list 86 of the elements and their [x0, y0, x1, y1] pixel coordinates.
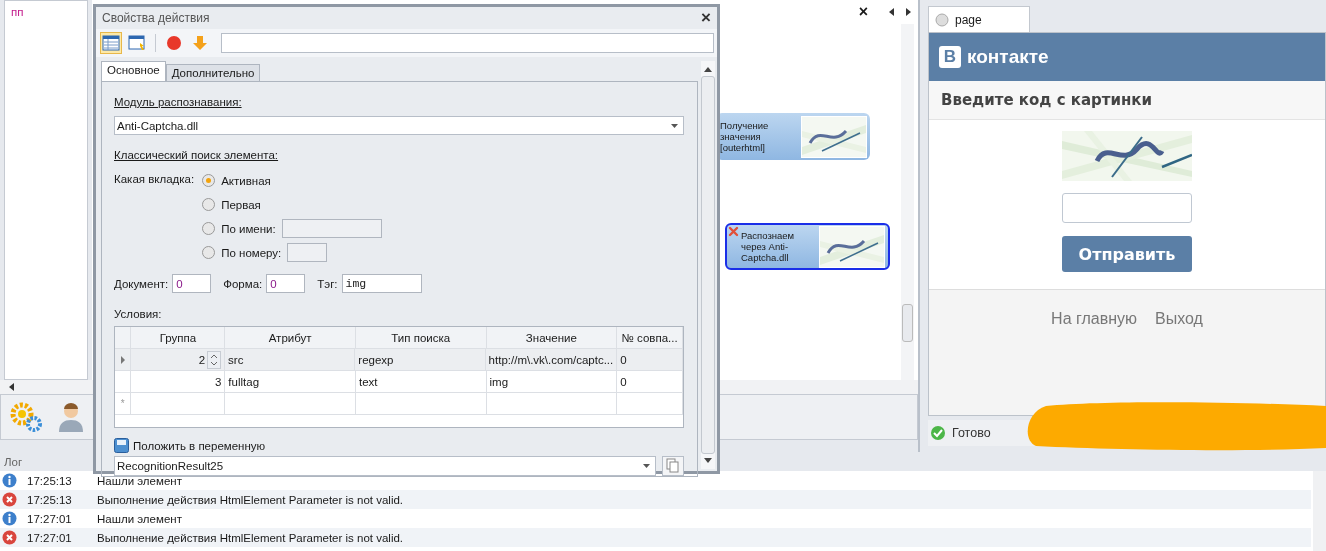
section-label: Условия:	[114, 308, 162, 320]
node-label: Распознаем через Anti-Captcha.dll	[741, 230, 796, 263]
table-cell: img	[489, 375, 509, 388]
save-label: Положить в переменную	[133, 439, 266, 452]
table-cell: src	[228, 353, 244, 366]
browser-tab[interactable]: page	[928, 6, 1030, 32]
text-field[interactable]: img	[341, 274, 422, 293]
table-cell: regexp	[358, 353, 394, 366]
log-time: 17:27:01	[27, 512, 73, 525]
radio-button[interactable]	[202, 174, 216, 187]
tab[interactable]: Основное	[101, 61, 166, 81]
column-header[interactable]: Тип поиска	[355, 327, 487, 348]
text-field[interactable]: 0	[266, 274, 306, 293]
logo-mark: В	[939, 46, 961, 68]
radio-button[interactable]	[202, 246, 216, 259]
error-icon	[2, 492, 17, 507]
code-field[interactable]	[1062, 193, 1192, 223]
table-cell: 3	[214, 375, 222, 388]
log-message: Нашли элемент	[97, 512, 182, 525]
field-label: Какая вкладка:	[114, 172, 195, 187]
scroll-up-icon[interactable]	[703, 65, 713, 73]
scroll-thumb[interactable]	[902, 304, 913, 342]
scroll-left-icon[interactable]	[8, 382, 16, 392]
footer-link[interactable]: На главную	[1051, 310, 1138, 328]
action-node[interactable]: Распознаем через Anti-Captcha.dll	[725, 223, 890, 270]
dropdown-icon	[643, 464, 650, 468]
table-cell: http://m\.vk\.com/captc...	[488, 353, 614, 366]
new-row-mark: *	[120, 398, 125, 409]
log-time: 17:27:01	[27, 531, 73, 544]
radio-label: По номеру:	[221, 246, 282, 259]
scrollbar[interactable]	[1313, 471, 1326, 551]
section-label: Модуль распознавания:	[114, 96, 242, 108]
dialog-title: Свойства действия	[102, 11, 210, 25]
radio-label: По имени:	[221, 222, 276, 235]
table-cell: text	[358, 375, 378, 388]
radio-button[interactable]	[202, 198, 216, 211]
page-label: пп	[11, 6, 24, 18]
log-title: Лог	[4, 455, 23, 468]
column-header[interactable]: Атрибут	[225, 327, 356, 348]
radio-label: Активная	[221, 174, 271, 187]
close-button[interactable]: ×	[701, 8, 711, 28]
field-label: Тэг:	[317, 277, 338, 290]
log-message: Выполнение действия HtmlElement Parameter is not valid.	[97, 493, 404, 506]
user-icon[interactable]	[57, 401, 85, 433]
node-label: Получение значения [outerhtml]	[720, 120, 770, 153]
scroll-down-icon[interactable]	[703, 457, 713, 465]
section-label: Классический поиск элемента:	[114, 149, 279, 161]
field-label: Документ:	[114, 277, 169, 290]
variable-dropdown[interactable]: RecognitionResult25	[114, 456, 656, 476]
field-label: Форма:	[223, 277, 263, 290]
submit-button[interactable]: Отправить	[1062, 236, 1192, 272]
column-header[interactable]: Группа	[131, 327, 226, 348]
check-icon	[930, 425, 946, 441]
error-icon	[2, 530, 17, 545]
log-time: 17:25:13	[27, 493, 73, 506]
footer-link[interactable]: Выход	[1155, 310, 1203, 328]
gears-icon[interactable]	[9, 401, 43, 433]
table-cell: fulltag	[228, 375, 260, 388]
text-field[interactable]: 0	[172, 274, 212, 293]
radio-label: Первая	[221, 198, 261, 211]
table-icon[interactable]	[100, 32, 122, 54]
radio-button[interactable]	[202, 222, 216, 235]
table-cell: 2	[198, 353, 206, 366]
log-time: 17:25:13	[27, 474, 73, 487]
table-cell: 0	[620, 353, 627, 366]
log-message: Нашли элемент	[97, 474, 182, 487]
page-heading: Введите код с картинки	[941, 91, 1153, 109]
scroll-left-icon[interactable]	[888, 7, 896, 17]
copy-button[interactable]	[662, 456, 684, 476]
column-header[interactable]: Значение	[486, 327, 618, 348]
scroll-thumb[interactable]	[701, 76, 715, 454]
tab[interactable]: Дополнительно	[165, 64, 261, 81]
spinner-icon[interactable]	[207, 350, 222, 369]
dropdown-icon	[671, 123, 678, 128]
log-message: Выполнение действия HtmlElement Parameter is not valid.	[97, 531, 404, 544]
module-dropdown[interactable]: Anti-Captcha.dll	[114, 116, 684, 135]
column-header[interactable]: № совпа...	[617, 327, 683, 348]
close-button[interactable]: ×	[858, 3, 868, 21]
save-icon[interactable]	[114, 438, 129, 453]
row-pointer-icon	[119, 355, 126, 364]
table-cell: 0	[620, 375, 627, 388]
globe-icon	[935, 12, 949, 27]
name-field[interactable]	[221, 33, 714, 53]
logo-text: контакте	[967, 46, 1049, 68]
status-text: Готово	[952, 426, 991, 440]
scroll-right-icon[interactable]	[904, 7, 912, 17]
